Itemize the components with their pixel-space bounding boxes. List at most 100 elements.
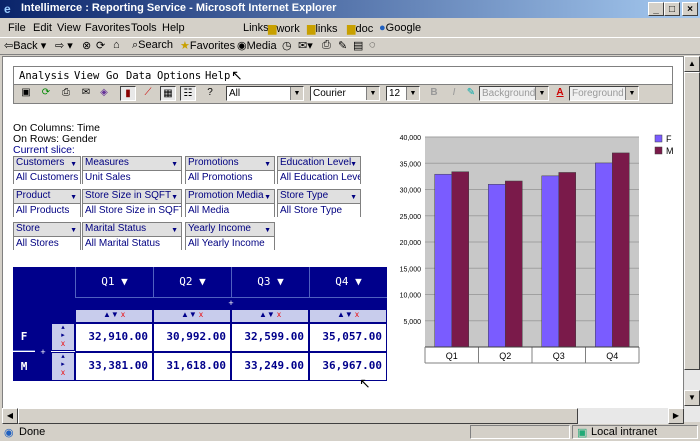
- cell-f-q2[interactable]: 30,992.00: [153, 323, 231, 352]
- bold-button[interactable]: B: [426, 86, 442, 101]
- column-header-q2[interactable]: Q2 ▼: [153, 267, 231, 297]
- table-icon[interactable]: ☷: [180, 86, 196, 101]
- slicer-yearly-income[interactable]: Yearly Income ▼ All Yearly Income: [185, 222, 275, 250]
- font-size-select[interactable]: 12 ▼: [386, 86, 420, 101]
- row-header-m[interactable]: M: [13, 352, 35, 381]
- slicer-store-size[interactable]: Store Size in SQFT ▼ All Store Size in SQ…: [82, 189, 182, 217]
- refresh-icon[interactable]: ⟳: [38, 86, 54, 101]
- background-select[interactable]: Background ▼: [479, 86, 549, 101]
- app-menu-view[interactable]: View: [74, 70, 99, 82]
- foreground-select[interactable]: Foreground ▼: [569, 86, 639, 101]
- cell-m-q1[interactable]: 33,381.00: [75, 352, 153, 381]
- slicer-education-level[interactable]: Education Level ▼ All Education Level: [277, 156, 361, 184]
- menu-file[interactable]: File: [8, 22, 26, 34]
- scroll-up-icon[interactable]: ▲: [684, 56, 700, 72]
- history-icon[interactable]: ◷: [282, 39, 292, 52]
- link-doc[interactable]: ▆doc: [347, 22, 373, 35]
- app-menu-analysis[interactable]: Analysis: [19, 70, 70, 82]
- minimize-icon[interactable]: _: [648, 2, 664, 16]
- expand-columns-button[interactable]: +: [75, 297, 387, 309]
- stop-icon[interactable]: ⊗: [82, 39, 91, 52]
- cell-m-q3[interactable]: 33,249.00: [231, 352, 309, 381]
- home-icon[interactable]: ⌂: [113, 39, 120, 51]
- messenger-icon[interactable]: ◌: [369, 39, 376, 51]
- slicer-product[interactable]: Product ▼ All Products: [13, 189, 81, 217]
- scroll-thumb[interactable]: [18, 408, 578, 424]
- scroll-left-icon[interactable]: ◀: [2, 408, 18, 424]
- scroll-right-icon[interactable]: ▶: [668, 408, 684, 424]
- save-icon[interactable]: ▣: [18, 86, 34, 101]
- mail-icon[interactable]: ✉: [78, 86, 94, 101]
- grid-view-icon[interactable]: ▦: [160, 86, 176, 101]
- remove-icon[interactable]: x: [277, 310, 281, 319]
- cell-m-q4[interactable]: 36,967.00: [309, 352, 387, 381]
- menu-help[interactable]: Help: [162, 22, 185, 34]
- slicer-marital-status[interactable]: Marital Status ▼ All Marital Status: [82, 222, 182, 250]
- dimension-select[interactable]: All ▼: [226, 86, 304, 101]
- cell-f-q1[interactable]: 32,910.00: [75, 323, 153, 352]
- cell-f-q3[interactable]: 32,599.00: [231, 323, 309, 352]
- menu-view[interactable]: View: [57, 22, 81, 34]
- sort-controls[interactable]: ▲▼ x: [309, 309, 387, 323]
- chevron-down-icon: ▼: [264, 194, 271, 201]
- line-chart-icon[interactable]: ⟋: [140, 86, 156, 101]
- sort-controls[interactable]: ▲▼ x: [75, 309, 153, 323]
- remove-icon[interactable]: x: [355, 310, 359, 319]
- foreground-color-icon[interactable]: A: [552, 86, 568, 101]
- slicer-customers[interactable]: Customers ▼ All Customers: [13, 156, 81, 184]
- remove-icon[interactable]: x: [121, 310, 125, 319]
- close-icon[interactable]: ×: [682, 2, 698, 16]
- bar-f-q3: [541, 175, 559, 348]
- slicer-promotion-media[interactable]: Promotion Media ▼ All Media: [185, 189, 275, 217]
- slicer-measures[interactable]: Measures ▼ Unit Sales: [82, 156, 182, 184]
- horizontal-scrollbar[interactable]: ◀ ▶: [2, 408, 684, 424]
- scroll-down-icon[interactable]: ▼: [684, 390, 700, 406]
- link-google[interactable]: ●Google: [379, 22, 421, 34]
- help-icon[interactable]: ?: [202, 86, 218, 101]
- row-sort-controls[interactable]: ▴ ▸ x: [51, 323, 75, 351]
- print-icon[interactable]: ⎙: [322, 39, 331, 52]
- column-header-q3[interactable]: Q3 ▼: [231, 267, 309, 297]
- current-slice-label: Current slice:: [13, 144, 75, 156]
- menu-favorites[interactable]: Favorites: [85, 22, 130, 34]
- column-header-q1[interactable]: Q1 ▼: [75, 267, 153, 297]
- refresh-icon[interactable]: ⟳: [96, 39, 105, 52]
- slicer-store[interactable]: Store ▼ All Stores: [13, 222, 81, 250]
- expand-rows-button[interactable]: +: [35, 323, 51, 381]
- cell-f-q4[interactable]: 35,057.00: [309, 323, 387, 352]
- row-header-f[interactable]: F: [13, 323, 35, 351]
- column-header-q4[interactable]: Q4 ▼: [309, 267, 387, 297]
- slicer-store-type[interactable]: Store Type ▼ All Store Type: [277, 189, 361, 217]
- menu-edit[interactable]: Edit: [33, 22, 52, 34]
- sort-controls[interactable]: ▲▼ x: [153, 309, 231, 323]
- app-menu-go[interactable]: Go: [106, 70, 119, 82]
- link-work[interactable]: ▆work: [268, 22, 300, 35]
- bar-chart-icon[interactable]: ▮: [120, 86, 136, 101]
- maximize-icon[interactable]: □: [664, 2, 680, 16]
- remove-icon[interactable]: x: [199, 310, 203, 319]
- media-button[interactable]: ◉Media: [237, 39, 277, 52]
- cube-icon[interactable]: ◈: [96, 86, 112, 101]
- edit-icon[interactable]: ✎: [338, 39, 347, 52]
- sort-controls[interactable]: ▲▼ x: [231, 309, 309, 323]
- vertical-scrollbar[interactable]: ▲ ▼: [684, 56, 700, 422]
- back-button[interactable]: ⇦Back ▾: [4, 39, 46, 52]
- link-links[interactable]: ▆links: [307, 22, 337, 35]
- italic-button[interactable]: I: [446, 86, 462, 101]
- cell-m-q2[interactable]: 31,618.00: [153, 352, 231, 381]
- print-icon[interactable]: ⎙: [58, 86, 74, 101]
- menu-tools[interactable]: Tools: [131, 22, 157, 34]
- scroll-thumb[interactable]: [684, 72, 700, 370]
- favorites-button[interactable]: ★Favorites: [180, 39, 235, 52]
- slicer-promotions[interactable]: Promotions ▼ All Promotions: [185, 156, 275, 184]
- app-menu-help[interactable]: Help: [205, 70, 230, 82]
- discuss-icon[interactable]: ▤: [353, 39, 363, 52]
- search-button[interactable]: ⌕Search: [132, 39, 173, 52]
- background-color-icon[interactable]: ✎: [463, 86, 479, 101]
- app-menu-data[interactable]: Data: [126, 70, 151, 82]
- app-menu-options[interactable]: Options: [157, 70, 201, 82]
- font-select[interactable]: Courier ▼: [310, 86, 380, 101]
- row-sort-controls[interactable]: ▴ ▸ x: [51, 352, 75, 381]
- forward-button[interactable]: ⇨ ▾: [55, 39, 73, 52]
- mail-icon[interactable]: ✉▾: [298, 39, 313, 52]
